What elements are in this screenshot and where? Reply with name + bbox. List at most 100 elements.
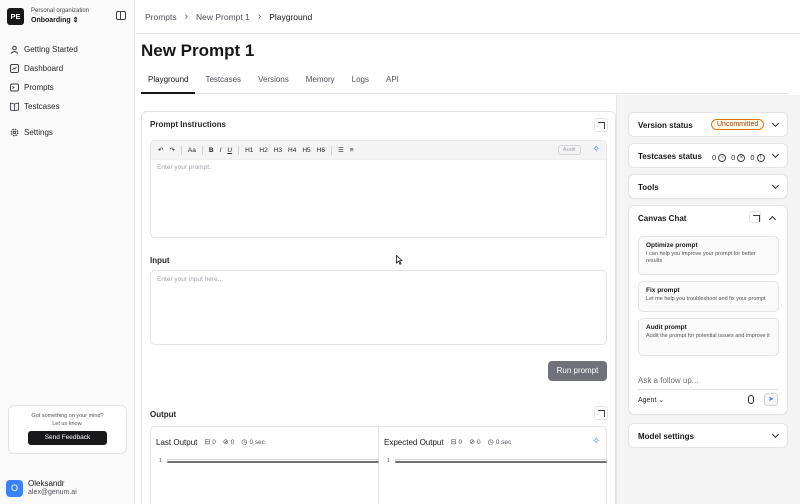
prompt-editor[interactable]: ↶ ↷ Aa B I U H1 H2 H3 H4 H5 H6 ☰ ≡ Audit… [150,140,607,238]
bold-button[interactable]: B [209,147,214,154]
sidebar-item-prompts[interactable]: Prompts [10,78,128,97]
tab-versions[interactable]: Versions [251,70,296,94]
version-status-card[interactable]: Version status Uncommitted [628,112,788,137]
pending-count: 0 [750,153,755,162]
tab-memory[interactable]: Memory [299,70,342,94]
gear-icon [10,128,19,137]
tools-label: Tools [638,183,659,192]
input-placeholder: Enter your input here... [157,276,224,283]
tab-testcases[interactable]: Testcases [198,70,248,94]
run-prompt-button[interactable]: Run prompt [548,361,607,381]
tab-playground[interactable]: Playground [141,70,196,94]
h4-button[interactable]: H4 [288,147,296,154]
sidebar-item-testcases[interactable]: Testcases [10,97,128,116]
info-icon: ! [756,153,765,162]
clock-icon: ◷ [241,439,248,446]
sidebar-item-label: Settings [24,128,53,137]
underline-button[interactable]: U [227,147,232,154]
send-feedback-button[interactable]: Send Feedback [28,431,107,445]
user-profile[interactable]: O Oleksandr alex@genum.ai [6,479,77,497]
sidebar-nav: Getting Started Dashboard Prompts Testca… [10,40,128,142]
avatar: O [6,479,23,497]
breadcrumb: Prompts › New Prompt 1 › Playground [145,11,312,22]
send-icon[interactable]: ➤ [764,393,778,406]
breadcrumb-prompts[interactable]: Prompts [145,12,177,22]
last-output-panel: Last Output ⊟ 0 ⊘ 0 ◷ 0 sec 1 [151,427,379,504]
font-size-icon[interactable]: Aa [188,147,196,154]
h1-button[interactable]: H1 [245,147,253,154]
line-number: 1 [387,458,391,464]
h5-button[interactable]: H5 [302,147,310,154]
expected-cost: 0 [476,438,481,446]
chevron-down-icon[interactable] [771,119,780,128]
chevron-down-icon[interactable] [771,150,780,159]
failed-count: 0 [731,153,736,162]
suggestion-fix[interactable]: Fix prompt Let me help you troubleshoot … [638,281,779,312]
tab-api[interactable]: API [379,70,406,94]
sidebar-item-settings[interactable]: Settings [10,123,128,142]
suggestion-desc: Audit the prompt for potential issues an… [646,333,770,339]
tab-logs[interactable]: Logs [345,70,376,94]
chevron-right-icon: › [184,11,188,22]
testcase-counts: 0− 0 × 0! [712,153,770,162]
sidebar-item-label: Getting Started [24,45,78,54]
breadcrumb-prompt[interactable]: New Prompt 1 [196,12,250,22]
redo-icon[interactable]: ↷ [169,146,174,154]
sidebar-item-dashboard[interactable]: Dashboard [10,59,128,78]
follow-up-input[interactable]: Ask a follow up... [638,376,779,390]
agent-select[interactable]: Agent ⌄ [638,396,664,404]
sparkle-icon[interactable]: ✧ [592,436,600,447]
suggestion-title: Audit prompt [646,324,687,331]
chevron-down-icon[interactable] [771,181,780,190]
sparkle-icon[interactable]: ✧ [592,144,600,155]
last-cost: 0 [230,438,235,446]
expand-icon[interactable] [749,211,761,223]
suggestion-title: Optimize prompt [646,242,698,249]
h2-button[interactable]: H2 [259,147,267,154]
h3-button[interactable]: H3 [274,147,282,154]
sidebar-toggle-icon[interactable] [116,11,126,20]
last-output-editor[interactable] [167,459,379,463]
audit-button[interactable]: Audit [558,145,581,155]
undo-icon[interactable]: ↶ [158,146,163,154]
org-switcher[interactable]: PE Personal organization Onboarding ⇕ [7,7,89,25]
chevron-down-icon[interactable] [771,430,780,439]
cost-icon: ⊘ [222,439,229,446]
italic-button[interactable]: I [220,147,222,154]
input-textarea[interactable]: Enter your input here... [150,270,607,345]
chevron-up-icon[interactable] [768,215,777,224]
microphone-icon[interactable] [748,395,754,404]
expected-tokens: 0 [458,438,463,446]
feedback-card: Got something on your mind? Let us know.… [8,405,127,454]
topbar: Prompts › New Prompt 1 › Playground [136,0,800,34]
numbered-list-icon[interactable]: ≡ [350,147,354,154]
expected-output-editor[interactable] [395,459,607,463]
suggestion-optimize[interactable]: Optimize prompt I can help you improve y… [638,236,779,275]
h6-button[interactable]: H6 [317,147,325,154]
sidebar-item-getting-started[interactable]: Getting Started [10,40,128,59]
last-tokens: 0 [212,438,216,446]
prompts-icon [10,83,19,92]
bullet-list-icon[interactable]: ☰ [338,146,344,154]
chevron-updown-icon: ⇕ [72,17,79,24]
output-label: Output [150,410,177,419]
expand-icon[interactable] [594,118,608,132]
suggestion-audit[interactable]: Audit prompt Audit the prompt for potent… [638,318,779,356]
canvas-chat-card: Canvas Chat Optimize prompt I can help y… [628,205,788,415]
prompt-placeholder: Enter your prompt.. [157,164,213,171]
passed-icon: − [718,153,727,162]
user-name: Oleksandr [28,479,65,488]
testcases-status-card[interactable]: Testcases status 0− 0 × 0! [628,143,788,168]
token-icon: ⊟ [204,439,211,446]
sidebar-item-label: Dashboard [24,64,64,73]
clock-icon: ◷ [487,439,494,446]
sidebar-item-label: Testcases [24,102,60,111]
model-settings-card[interactable]: Model settings [628,423,788,448]
token-icon: ⊟ [450,439,457,446]
expand-icon[interactable] [594,406,608,420]
tools-card[interactable]: Tools [628,174,788,199]
feedback-line-2: Let us know. [52,421,83,427]
user-email: alex@genum.ai [28,489,77,496]
model-settings-label: Model settings [638,432,695,441]
version-status-label: Version status [638,121,693,130]
